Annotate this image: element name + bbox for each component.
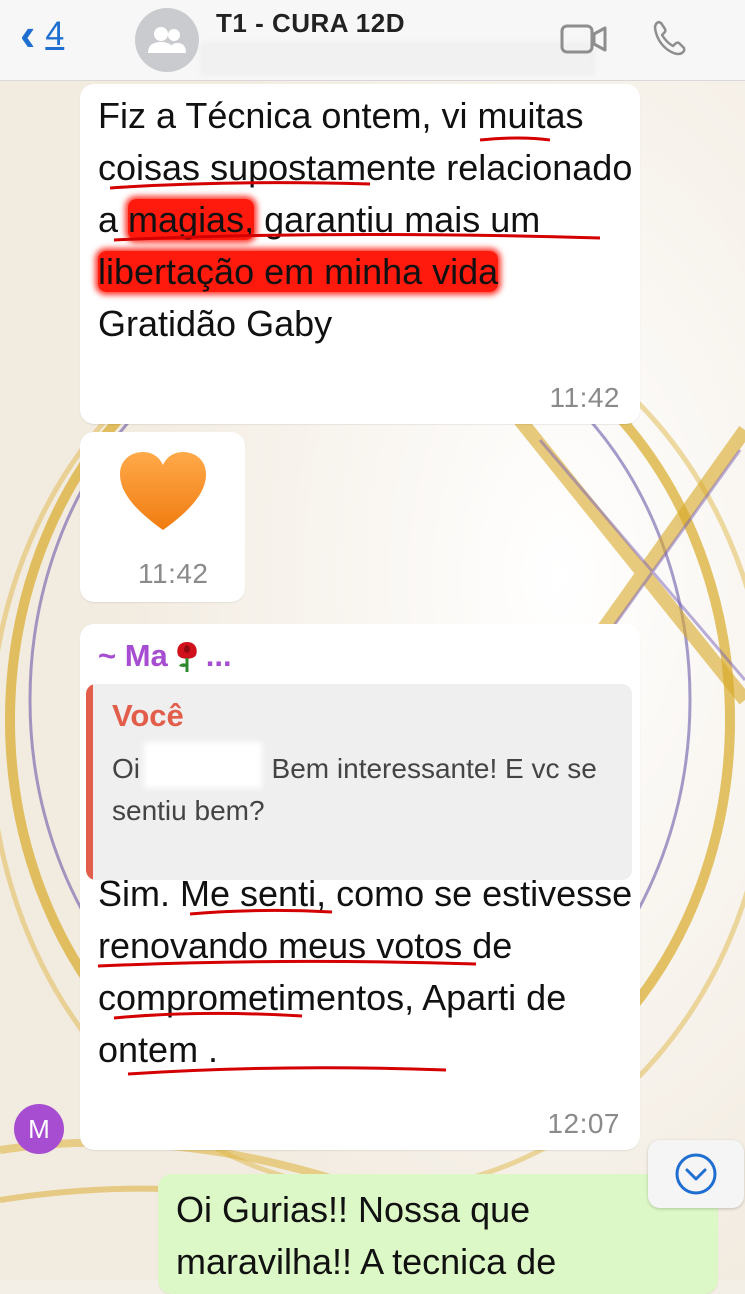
underlined-fragment: Me senti xyxy=(180,873,317,914)
underlined-fragment: comprometimentos xyxy=(98,977,405,1018)
highlighted-fragment: magias, xyxy=(128,199,255,240)
rose-icon xyxy=(177,642,197,672)
message-fragment xyxy=(467,95,477,136)
message-fragment: Sim. xyxy=(98,873,181,914)
scroll-to-bottom-button[interactable] xyxy=(648,1140,744,1208)
phone-icon[interactable] xyxy=(650,18,690,63)
quoted-message[interactable]: Você Oi Bem interessante! E vc se sentiu… xyxy=(86,684,632,880)
video-call-icon[interactable] xyxy=(560,22,608,61)
quoted-sender: Você xyxy=(112,698,184,733)
message-fragment xyxy=(200,147,210,188)
chevron-left-icon: ‹ xyxy=(20,8,36,60)
message-fragment: meus xyxy=(268,925,377,966)
sender-suffix: ... xyxy=(205,638,232,673)
underlined-fragment: votos de xyxy=(376,925,513,966)
message-text: Sim. Me senti, como se estivesse renovan… xyxy=(98,868,638,1076)
message-time: 11:42 xyxy=(138,558,209,589)
message-fragment: Fiz a Técnica ontem, xyxy=(98,95,442,136)
message-fragment: garantiu mais um xyxy=(254,199,541,240)
underlined-fragment: supostamente relacionado xyxy=(210,147,633,188)
group-members-redacted xyxy=(200,42,595,76)
back-button[interactable]: ‹ 4 xyxy=(20,8,65,60)
incoming-reply-message[interactable]: ~ Ma ... Você Oi Bem interessante! E vc … xyxy=(80,624,640,1150)
incoming-emoji-message[interactable]: 11:42 xyxy=(80,432,245,602)
message-fragment: a xyxy=(98,199,129,240)
sender-name[interactable]: ~ Ma ... xyxy=(98,638,232,674)
quote-bar xyxy=(86,684,93,880)
message-text: Oi Gurias!! Nossa que maravilha!! A tecn… xyxy=(176,1189,557,1282)
chat-header: ‹ 4 T1 - CURA 12D xyxy=(0,0,745,81)
message-time: 12:07 xyxy=(547,1108,620,1139)
quoted-text-prefix: Oi xyxy=(112,753,148,784)
sender-label: ~ Ma xyxy=(98,638,168,673)
message-fragment: , como se xyxy=(316,873,483,914)
message-fragment: Gratidão Gaby xyxy=(98,303,333,344)
chat-title[interactable]: T1 - CURA 12D xyxy=(216,8,405,39)
outgoing-message[interactable]: Oi Gurias!! Nossa que maravilha!! A tecn… xyxy=(158,1174,718,1294)
message-time: 11:42 xyxy=(549,382,620,413)
unread-count: 4 xyxy=(45,15,65,53)
message-text: Fiz a Técnica ontem, vi muitas coisas su… xyxy=(98,90,638,350)
redaction-patch xyxy=(144,742,262,788)
orange-heart-icon xyxy=(120,452,206,530)
underlined-fragment: vi xyxy=(441,95,468,136)
group-avatar-icon[interactable] xyxy=(135,8,199,72)
incoming-message[interactable]: Fiz a Técnica ontem, vi muitas coisas su… xyxy=(80,84,640,424)
sender-avatar[interactable]: M xyxy=(14,1104,64,1154)
chevron-down-icon xyxy=(675,1153,717,1195)
highlighted-fragment: libertação em minha vida xyxy=(98,251,499,292)
